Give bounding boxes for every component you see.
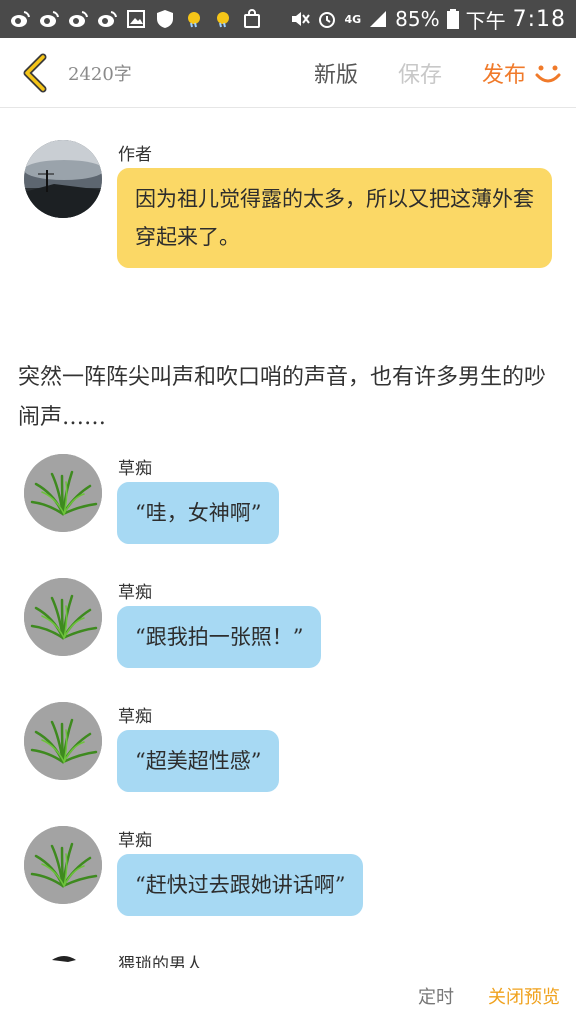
weather-icon (217, 12, 229, 28)
message-bubble[interactable]: “跟我拍一张照！” (117, 606, 322, 668)
grass-avatar[interactable] (24, 454, 102, 532)
close-preview-button[interactable]: 关闭预览 (488, 983, 560, 1009)
chat-message: 草痴 “哇，女神啊” (24, 454, 564, 564)
clock: 7:18 (512, 6, 566, 32)
publish-button[interactable]: 发布 (462, 57, 532, 89)
word-count: 2420字 (68, 63, 132, 85)
alarm-icon (319, 12, 336, 28)
message-bubble[interactable]: “赶快过去跟她讲话啊” (117, 854, 364, 916)
weibo-icon (40, 11, 59, 27)
sender-name: 草痴 (118, 459, 152, 479)
back-button[interactable] (10, 49, 58, 97)
notification-icons (10, 9, 262, 29)
weibo-icon (69, 11, 88, 27)
grass-avatar[interactable] (24, 826, 102, 904)
system-indicators: 4G 85% 下午 7:18 (290, 5, 566, 34)
editor-toolbar: 2420字 新版 保存 发布 (0, 38, 576, 108)
bottom-bar: 定时 关闭预览 (0, 968, 576, 1024)
mute-icon (292, 12, 311, 26)
message-bubble[interactable]: 因为祖儿觉得露的太多，所以又把这薄外套穿起来了。 (117, 168, 552, 268)
image-icon (127, 10, 145, 28)
chat-message: 猥琐的男人 (24, 950, 564, 968)
chevron-left-icon (23, 53, 47, 92)
author-avatar[interactable] (24, 140, 102, 218)
grass-icon (24, 454, 102, 532)
new-version-button[interactable]: 新版 (294, 57, 378, 89)
landscape-avatar-image (24, 140, 102, 218)
chat-message: 作者 因为祖儿觉得露的太多，所以又把这薄外套穿起来了。 (24, 140, 564, 280)
grass-avatar[interactable] (24, 702, 102, 780)
grass-icon (24, 826, 102, 904)
chat-message: 草痴 “赶快过去跟她讲话啊” (24, 826, 564, 936)
sender-name: 草痴 (118, 707, 152, 727)
grass-icon (24, 578, 102, 656)
sender-name: 作者 (118, 145, 152, 165)
status-bar: 4G 85% 下午 7:18 (0, 0, 576, 38)
bird-icon (52, 956, 76, 962)
shopping-bag-icon (244, 9, 260, 28)
weather-icon (188, 12, 200, 28)
sender-name: 草痴 (118, 831, 152, 851)
time-period: 下午 (465, 8, 506, 33)
chat-message: 草痴 “超美超性感” (24, 702, 564, 812)
message-bubble[interactable]: “哇，女神啊” (117, 482, 280, 544)
narration-text[interactable]: 突然一阵阵尖叫声和吹口哨的声音，也有许多男生的吵闹声…… (18, 358, 558, 438)
smile-icon (535, 65, 561, 82)
weibo-icon (11, 11, 30, 27)
timer-button[interactable]: 定时 (418, 983, 454, 1009)
save-button[interactable]: 保存 (378, 57, 462, 89)
sender-name: 猥琐的男人 (118, 955, 203, 968)
message-bubble[interactable]: “超美超性感” (117, 730, 280, 792)
shield-icon (157, 10, 173, 28)
bird-avatar[interactable] (24, 950, 102, 968)
grass-avatar[interactable] (24, 578, 102, 656)
signal-icon (370, 11, 387, 27)
grass-icon (24, 702, 102, 780)
chat-message: 草痴 “跟我拍一张照！” (24, 578, 564, 688)
network-type: 4G (344, 12, 362, 26)
battery-icon (446, 9, 459, 29)
sender-name: 草痴 (118, 583, 152, 603)
battery-percent: 85% (395, 7, 440, 31)
story-preview: 作者 因为祖儿觉得露的太多，所以又把这薄外套穿起来了。 突然一阵阵尖叫声和吹口哨… (0, 108, 576, 968)
toolbar-actions: 新版 保存 发布 (294, 57, 576, 89)
weibo-icon (98, 11, 117, 27)
